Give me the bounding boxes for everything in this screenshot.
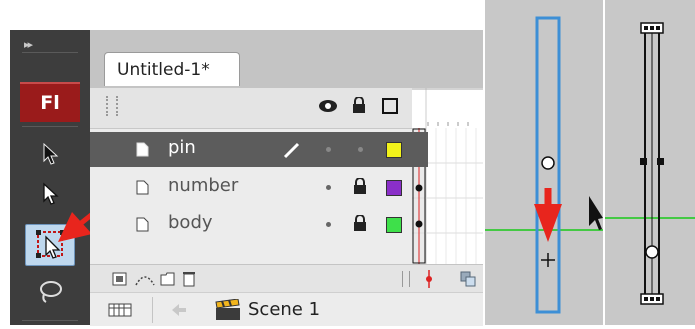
scene-label[interactable]: Scene 1 [248,299,320,320]
panel-gripper-icon [106,96,118,116]
layer-name: body [168,212,213,233]
outline-icon[interactable] [382,98,398,114]
divider [22,126,78,127]
visibility-dot[interactable] [326,147,331,152]
lock-icon[interactable] [354,215,366,231]
scene-clapper-icon [215,299,240,320]
layer-color-swatch[interactable] [386,142,402,158]
divider [152,297,153,323]
visibility-dot[interactable] [326,222,331,227]
scene-bar: Scene 1 [90,292,483,326]
pencil-icon [283,142,300,159]
divider [22,52,78,53]
divider [22,320,78,321]
layer-icon [136,142,149,157]
visibility-dot[interactable] [326,185,331,190]
lasso-tool-button[interactable] [25,274,75,310]
layer-color-swatch[interactable] [386,180,402,196]
layer-name: pin [168,137,196,158]
center-frame-icon[interactable] [424,270,434,288]
lock-dot[interactable] [358,147,363,152]
onion-skin-icon[interactable] [460,271,476,287]
pin-shape-selected [485,16,603,314]
motion-guide-icon[interactable] [134,271,156,287]
panel-collapse-icon[interactable]: ▸▸ [24,38,33,51]
layer-row-pin[interactable]: pin [90,132,428,167]
pin-shape-transform [605,22,695,305]
lock-icon[interactable] [352,97,366,113]
stage-zoom-selected [485,0,603,325]
show-hide-eye-icon[interactable] [318,99,338,113]
layer-name: number [168,175,239,196]
layer-row-number[interactable]: number [90,170,428,205]
lock-icon[interactable] [354,178,366,194]
layer-color-swatch[interactable] [386,217,402,233]
stage-zoom-transform [605,0,695,325]
timeline-window: Untitled-1* 1 5 [90,30,483,326]
lasso-icon [40,281,62,303]
layer-toolbar [90,264,483,293]
flash-logo: Fl [20,82,80,122]
back-arrow-icon[interactable] [170,302,188,318]
document-tab[interactable]: Untitled-1* [104,52,240,86]
layer-icon [136,180,149,195]
new-layer-icon[interactable] [112,272,128,286]
splitter-icon[interactable] [402,271,410,287]
layer-icon [136,217,149,232]
new-folder-icon[interactable] [160,272,176,286]
timeline-toggle-icon[interactable] [108,301,132,319]
layer-row-body[interactable]: body [90,207,428,242]
trash-icon[interactable] [182,270,196,287]
